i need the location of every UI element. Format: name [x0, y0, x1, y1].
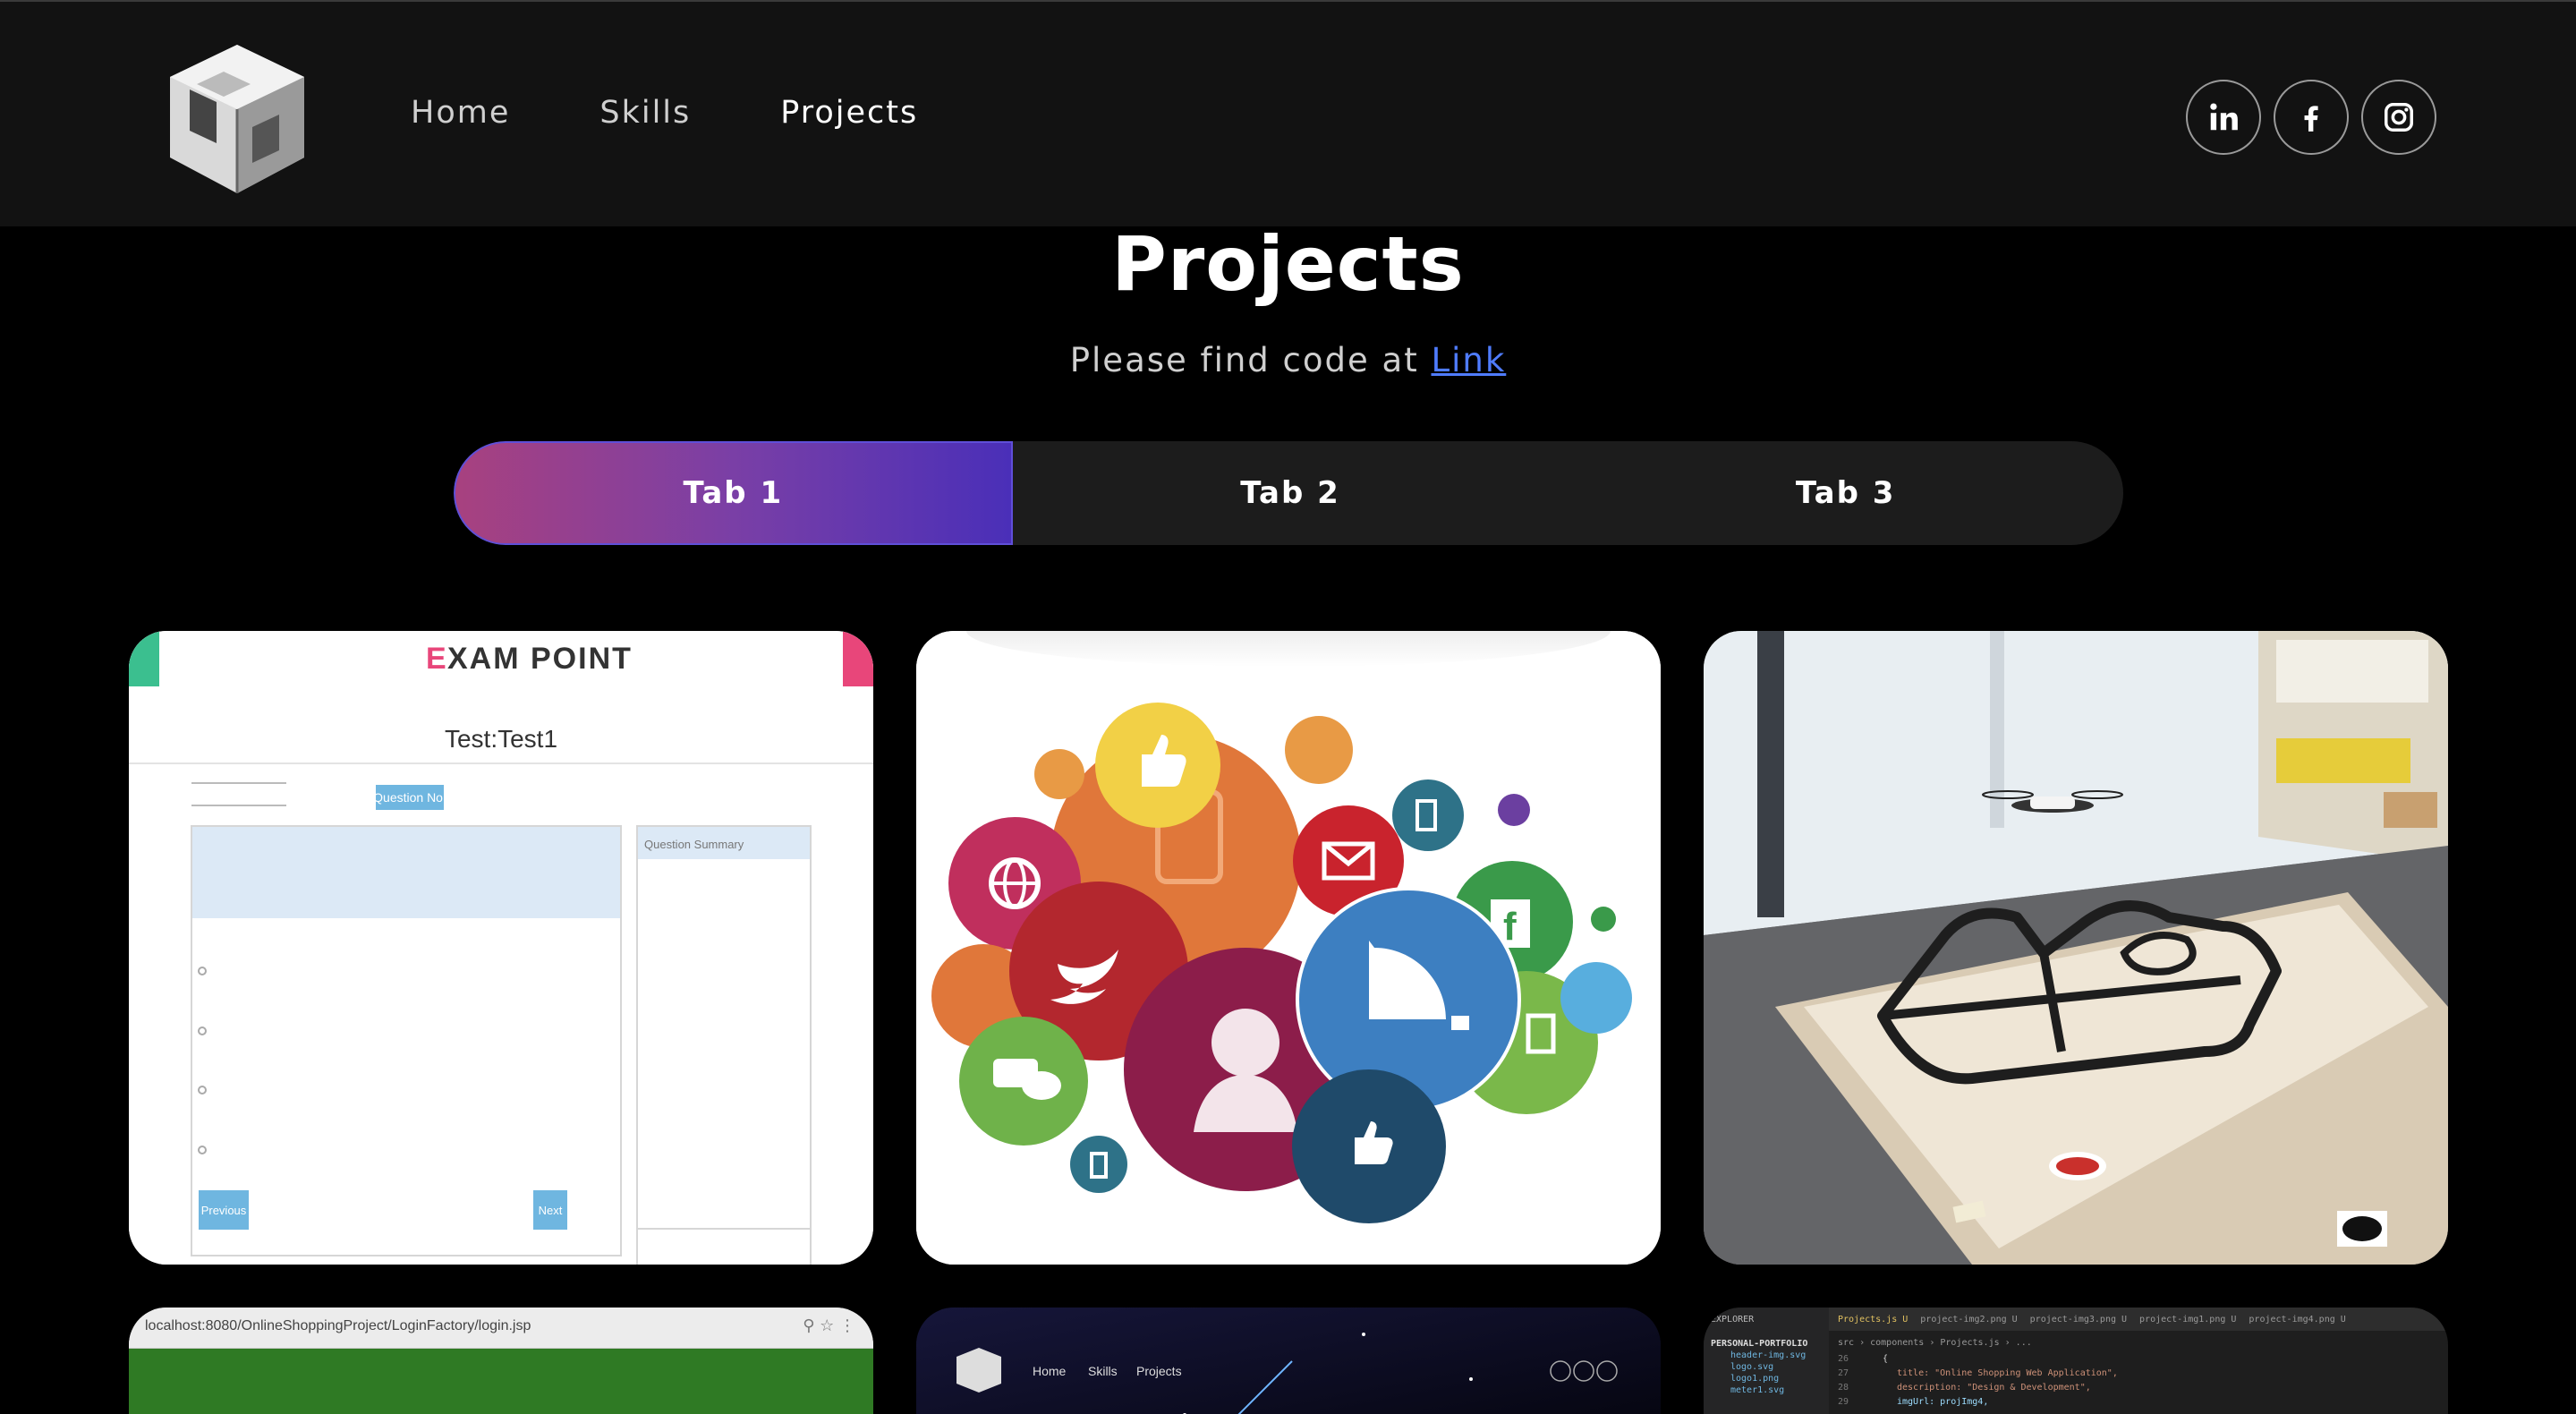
- tab-3[interactable]: Tab 3: [1568, 441, 2123, 545]
- menu-tab-right: [843, 631, 873, 686]
- social-links: [2186, 80, 2436, 155]
- page-subtitle: Please find code at Link: [0, 341, 2576, 379]
- file-item: meter1.svg: [1730, 1385, 1785, 1395]
- linkedin-icon: [2210, 103, 2238, 131]
- instagram-button[interactable]: [2361, 80, 2436, 155]
- browser-actions-icon: ⚲ ☆ ⋮: [803, 1316, 855, 1335]
- drone-photo: [1704, 631, 2448, 1265]
- editor-tab[interactable]: project-img3.png U: [2030, 1315, 2127, 1325]
- nav-links: Home Skills Projects: [411, 95, 1007, 131]
- project-folder: PERSONAL-PORTFOLIO: [1711, 1339, 1808, 1349]
- test-title: Test:Test1: [445, 725, 557, 753]
- logo[interactable]: [170, 45, 304, 193]
- file-item: logo.svg: [1730, 1362, 1774, 1372]
- code-lines: { title: "Online Shopping Web Applicatio…: [1883, 1354, 2118, 1411]
- line-numbers: 26 27 28 29: [1838, 1354, 1874, 1411]
- project-card-social-bubbles[interactable]: f: [916, 631, 1661, 1265]
- code-line: {: [1883, 1354, 1889, 1364]
- social-bubbles-image: f: [916, 631, 1661, 1265]
- nav-link-projects[interactable]: Projects: [780, 95, 918, 131]
- editor-tab[interactable]: project-img1.png U: [2139, 1315, 2236, 1325]
- facebook-icon: [2304, 106, 2318, 132]
- facebook-button[interactable]: [2274, 80, 2349, 155]
- page-title: Projects: [1111, 220, 1465, 308]
- line-number: 28: [1838, 1383, 1849, 1393]
- tab-1[interactable]: Tab 1: [454, 441, 1013, 545]
- code-line: imgUrl: projImg4,: [1897, 1397, 1989, 1407]
- file-item: header-img.svg: [1730, 1350, 1807, 1360]
- question-summary-label: Question Summary: [644, 838, 744, 851]
- tab-2[interactable]: Tab 2: [1013, 441, 1569, 545]
- editor-tab[interactable]: Projects.js U: [1838, 1315, 1908, 1325]
- file-item: logo1.png: [1730, 1374, 1780, 1384]
- login-page-background: [129, 1349, 873, 1414]
- exam-brand-name: XAM POINT: [447, 642, 633, 676]
- portfolio-logo: [956, 1348, 1001, 1393]
- browser-url: localhost:8080/OnlineShoppingProject/Log…: [145, 1318, 531, 1333]
- portfolio-link-skills: Skills: [1088, 1364, 1118, 1378]
- explorer-label: EXPLORER: [1711, 1315, 1755, 1325]
- project-card-portfolio[interactable]: Home Skills Projects: [916, 1308, 1661, 1414]
- line-number: 26: [1838, 1354, 1849, 1364]
- question-no-label: Question No:: [373, 790, 446, 805]
- browser-bar: localhost:8080/OnlineShoppingProject/Log…: [129, 1308, 873, 1349]
- next-label: Next: [539, 1204, 563, 1217]
- portfolio-screenshot: Home Skills Projects: [916, 1308, 1661, 1414]
- subtitle-text: Please find code at: [1069, 341, 1432, 379]
- code-line: title: "Online Shopping Web Application"…: [1897, 1368, 2118, 1378]
- editor-tab[interactable]: project-img2.png U: [1920, 1315, 2017, 1325]
- exam-brand-e: E: [426, 642, 446, 676]
- code-line: description: "Design & Development",: [1897, 1383, 2091, 1393]
- project-card-drone[interactable]: [1704, 631, 2448, 1265]
- menu-tab-left: [129, 631, 159, 686]
- project-tabs: Tab 1 Tab 2 Tab 3: [454, 441, 2123, 545]
- editor-breadcrumb: src › components › Projects.js › ...: [1838, 1338, 2032, 1348]
- editor-sidebar: EXPLORER PERSONAL-PORTFOLIO header-img.s…: [1704, 1308, 1829, 1414]
- editor-tabs: Projects.js U project-img2.png U project…: [1829, 1308, 2448, 1331]
- portfolio-link-home: Home: [1033, 1364, 1067, 1378]
- portfolio-link-projects: Projects: [1136, 1364, 1182, 1378]
- project-card-code-editor[interactable]: EXPLORER PERSONAL-PORTFOLIO header-img.s…: [1704, 1308, 2448, 1414]
- code-link[interactable]: Link: [1432, 341, 1507, 379]
- editor-tab[interactable]: project-img4.png U: [2249, 1315, 2345, 1325]
- nav-link-home[interactable]: Home: [411, 95, 510, 131]
- instagram-icon: [2385, 103, 2413, 132]
- navbar: Home Skills Projects: [0, 0, 2576, 226]
- line-number: 27: [1838, 1368, 1849, 1378]
- project-card-online-shopping[interactable]: localhost:8080/OnlineShoppingProject/Log…: [129, 1308, 873, 1414]
- nav-link-skills[interactable]: Skills: [599, 95, 691, 131]
- project-card-exam-point[interactable]: E XAM POINT Test:Test1 Question No: Prev…: [129, 631, 873, 1265]
- exam-point-screenshot: E XAM POINT Test:Test1 Question No: Prev…: [129, 631, 873, 1265]
- line-number: 29: [1838, 1397, 1849, 1407]
- previous-label: Previous: [201, 1204, 247, 1217]
- linkedin-button[interactable]: [2186, 80, 2261, 155]
